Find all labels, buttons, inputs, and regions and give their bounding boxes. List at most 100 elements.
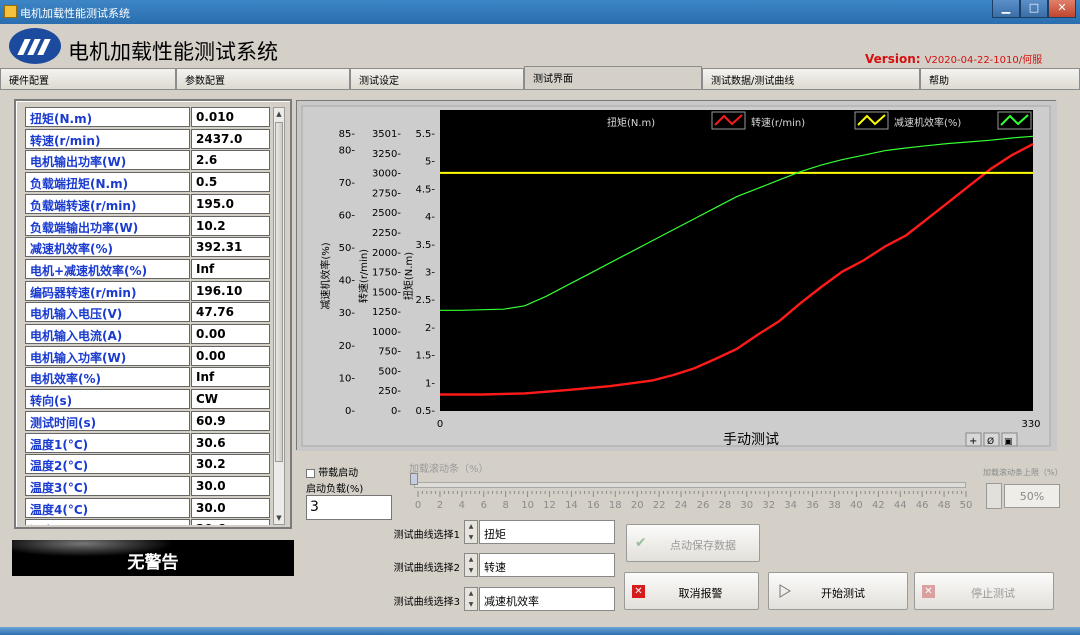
parameter-row: 温度4(°C) 30.0 (25, 497, 270, 518)
slider-tick-label: 48 (938, 500, 951, 511)
speed-tick-label: 3000- (372, 169, 401, 180)
maximize-button[interactable]: □ (1020, 0, 1048, 18)
stop-test-button[interactable]: ✕ 停止测试 (914, 572, 1054, 610)
parameter-value: 30.6 (191, 519, 270, 525)
parameter-name: 测试时间(s) (25, 410, 190, 431)
app-title: 电机加载性能测试系统 (68, 40, 278, 64)
tab-test-interface[interactable]: 测试界面 (524, 66, 702, 90)
scroll-down-icon[interactable]: ▼ (275, 513, 283, 523)
torque-tick-label: 4.5- (415, 184, 435, 195)
slider-tick-label: 0 (415, 500, 421, 511)
speed-tick-label: 2000- (372, 248, 401, 259)
parameter-row: 编码器转速(r/min) 196.10 (25, 280, 270, 301)
save-data-button[interactable]: ✔ 点动保存数据 (626, 524, 760, 562)
load-start-toggle[interactable]: 带载启动 (306, 464, 358, 479)
curve-select-2-field[interactable]: 转速 (479, 553, 615, 577)
parameter-value: 47.76 (191, 302, 270, 323)
parameter-value: 30.6 (191, 432, 270, 453)
slider-tick-label: 16 (587, 500, 600, 511)
curve-select-2-spinner[interactable]: ▲ ▼ (464, 553, 478, 577)
torque-tick-label: 4- (425, 212, 435, 223)
curve-select-3-spinner[interactable]: ▲ ▼ (464, 587, 478, 611)
slider-tick-label: 36 (806, 500, 819, 511)
parameter-name: 电机+减速机效率(%) (25, 258, 190, 279)
cancel-alarm-button[interactable]: ✕ 取消报警 (624, 572, 759, 610)
start-test-label: 开始测试 (821, 587, 865, 600)
parameter-row: 温度1(°C) 30.6 (25, 432, 270, 453)
torque-tick-label: 2- (425, 323, 435, 334)
torque-tick-label: 0.5- (415, 406, 435, 417)
tab-help[interactable]: 帮助 (920, 68, 1080, 90)
start-test-button[interactable]: 开始测试 (768, 572, 908, 610)
parameter-value: 2437.0 (191, 128, 270, 149)
scroll-up-icon[interactable]: ▲ (275, 109, 283, 119)
slider-tick-label: 8 (502, 500, 508, 511)
speed-tick-label: 1000- (372, 327, 401, 338)
minimize-button[interactable]: ▁ (992, 0, 1020, 18)
parameter-row: 电机+减速机效率(%) Inf (25, 258, 270, 279)
tab-hardware-config[interactable]: 硬件配置 (0, 68, 176, 90)
close-button[interactable]: ✕ (1048, 0, 1076, 18)
curve-select-1-spinner[interactable]: ▲ ▼ (464, 520, 478, 544)
parameter-name: 温度5(°C) (25, 519, 190, 525)
parameter-value: 30.2 (191, 454, 270, 475)
parameter-value: 0.5 (191, 172, 270, 193)
parameter-row: 温度2(°C) 30.2 (25, 454, 270, 475)
load-start-checkbox[interactable] (306, 468, 315, 478)
efficiency-tick-label: 80- (339, 145, 356, 156)
slider-limit-field[interactable]: 50% (1004, 484, 1060, 508)
parameter-value: 0.010 (191, 107, 270, 127)
parameter-name: 电机输入功率(W) (25, 345, 190, 366)
scrollbar-thumb[interactable] (275, 122, 283, 462)
efficiency-tick-label: 70- (339, 178, 356, 189)
torque-tick-label: 1- (425, 378, 435, 389)
start-load-input[interactable]: 3 (306, 495, 392, 520)
cursor-tool-icon: + (969, 436, 977, 447)
check-icon: ✔ (635, 535, 647, 551)
parameter-name: 温度1(°C) (25, 432, 190, 453)
efficiency-tick-label: 10- (339, 373, 356, 384)
tab-test-data[interactable]: 测试数据/测试曲线 (702, 68, 920, 90)
curve-select-1-field[interactable]: 扭矩 (479, 520, 615, 544)
parameter-name: 编码器转速(r/min) (25, 280, 190, 301)
load-slider-thumb[interactable] (410, 473, 418, 485)
parameter-value: 10.2 (191, 215, 270, 236)
slider-title: 加载滚动条（%） (409, 464, 489, 475)
curve-select-3-field[interactable]: 减速机效率 (479, 587, 615, 611)
start-load-label: 启动负载(%) (306, 484, 364, 495)
slider-tick-label: 10 (521, 500, 534, 511)
load-start-label: 带载启动 (318, 468, 359, 479)
curve-select-2: 测试曲线选择2 ▲ ▼ 转速 (380, 551, 620, 579)
slider-limit-spinner[interactable] (986, 483, 1002, 509)
curve-select-3-label: 测试曲线选择3 (393, 597, 460, 608)
window-title-bar: 电机加载性能测试系统 ▁ □ ✕ (0, 0, 1080, 24)
speed-tick-label: 750- (378, 347, 401, 358)
curve-select-1-label: 测试曲线选择1 (393, 530, 460, 541)
slider-tick-label: 20 (631, 500, 644, 511)
tab-test-settings[interactable]: 测试设定 (350, 68, 524, 90)
speed-tick-label: 3501- (372, 129, 401, 140)
tab-parameter-config[interactable]: 参数配置 (176, 68, 350, 90)
parameter-name: 负载端扭矩(N.m) (25, 172, 190, 193)
pan-tool-icon: ▣ (1004, 437, 1013, 447)
legend-label: 扭矩(N.m) (607, 116, 655, 129)
parameter-row: 电机效率(%) Inf (25, 367, 270, 388)
efficiency-tick-label: 60- (339, 210, 356, 221)
parameter-value: 30.0 (191, 475, 270, 496)
parameter-row: 温度3(°C) 30.0 (25, 475, 270, 496)
version-prefix: Version: (865, 52, 925, 66)
parameter-table: 扭矩(N.m) 0.010 转速(r/min) 2437.0 电机输出功率(W) 2.6 负… (25, 107, 270, 525)
parameter-value: 392.31 (191, 237, 270, 258)
company-logo (9, 28, 61, 64)
slider-tick-label: 28 (719, 500, 732, 511)
torque-tick-label: 5- (425, 157, 435, 168)
slider-tick-label: 38 (828, 500, 841, 511)
parameter-scrollbar[interactable]: ▲ ▼ (273, 107, 285, 525)
slider-tick-label: 30 (740, 500, 753, 511)
efficiency-tick-label: 85- (339, 129, 356, 140)
slider-tick-label: 50 (960, 500, 973, 511)
zoom-tool-icon: Ø (987, 436, 994, 447)
curve-select-3: 测试曲线选择3 ▲ ▼ 减速机效率 (380, 585, 620, 613)
efficiency-tick-label: 40- (339, 276, 356, 287)
save-data-label: 点动保存数据 (670, 539, 736, 552)
